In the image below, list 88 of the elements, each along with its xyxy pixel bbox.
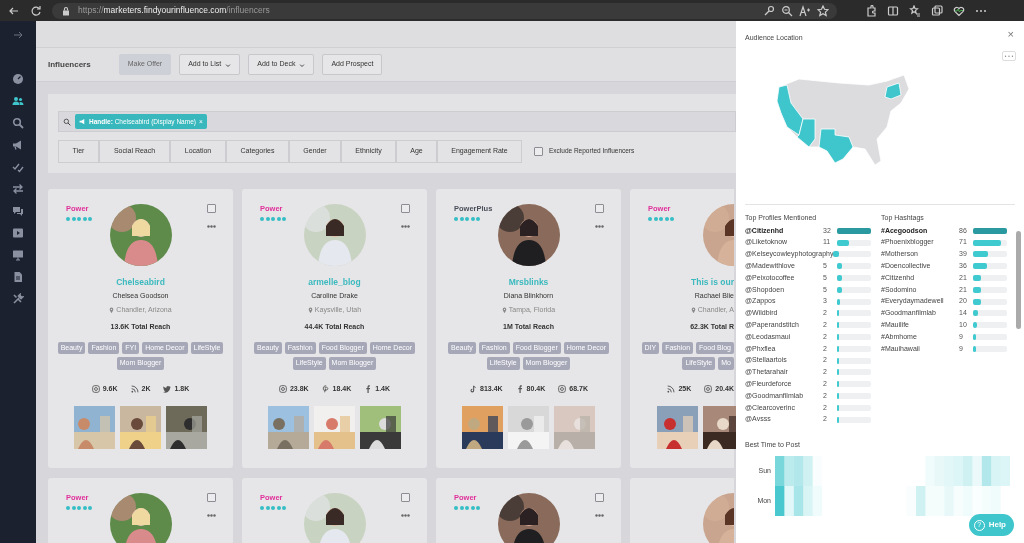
read-aloud-icon[interactable] <box>799 4 811 17</box>
split-screen-icon[interactable] <box>887 4 899 17</box>
document-icon[interactable] <box>12 271 24 283</box>
instagram-icon <box>278 385 287 393</box>
heatmap-cell <box>784 456 794 487</box>
select-checkbox[interactable] <box>595 492 604 502</box>
twitter-icon <box>163 385 172 393</box>
heatmap-cell <box>1000 456 1010 487</box>
heatmap-cell <box>775 486 785 517</box>
instagram-icon <box>704 385 713 393</box>
star-icon[interactable] <box>817 4 829 17</box>
megaphone-icon <box>79 118 86 125</box>
heatmap-cell <box>784 486 794 517</box>
heatmap-cell <box>991 456 1001 487</box>
select-checkbox[interactable] <box>207 203 216 213</box>
heatmap-cell <box>906 486 916 517</box>
expand-arrow-icon[interactable] <box>12 29 24 41</box>
heatmap-cell <box>934 456 945 487</box>
tools-icon[interactable] <box>12 293 24 305</box>
refresh-icon[interactable] <box>30 4 42 17</box>
rss-icon <box>130 385 139 393</box>
heatmap-cell <box>812 456 822 487</box>
more-icon[interactable] <box>401 513 410 517</box>
select-checkbox[interactable] <box>595 203 604 213</box>
key-icon[interactable] <box>763 4 775 17</box>
facebook-icon <box>515 385 524 393</box>
monitor-icon[interactable] <box>12 249 24 261</box>
address-bar[interactable]: https://marketers.findyourinfluence.com/influencers <box>52 2 837 19</box>
heatmap-cell <box>944 456 954 487</box>
more-icon[interactable] <box>595 224 604 228</box>
heart-pulse-icon[interactable] <box>953 4 965 17</box>
more-icon[interactable] <box>401 224 410 228</box>
heatmap-cell <box>793 456 804 487</box>
more-icon[interactable] <box>207 224 216 228</box>
swap-arrows-icon[interactable] <box>12 183 24 195</box>
select-checkbox[interactable] <box>401 492 410 502</box>
rss-icon <box>667 385 676 393</box>
instagram-icon <box>91 385 100 393</box>
chat-icon[interactable] <box>12 205 24 217</box>
favorites-icon[interactable] <box>909 4 921 17</box>
search-icon <box>63 117 71 126</box>
pin-icon <box>501 307 507 313</box>
pinterest-icon <box>321 385 330 393</box>
checklist-icon[interactable] <box>12 161 24 173</box>
people-icon[interactable] <box>12 95 24 107</box>
pin-icon <box>690 307 696 313</box>
caret-icon <box>225 61 232 68</box>
extension-icon[interactable] <box>865 4 877 17</box>
heatmap-cell <box>812 486 822 517</box>
heatmap-cell <box>972 456 982 487</box>
caret-icon <box>299 61 306 68</box>
heatmap-cell <box>916 486 926 517</box>
heatmap-cell <box>934 486 945 517</box>
heatmap-cell <box>944 486 954 517</box>
heatmap-cell <box>793 486 804 517</box>
heatmap-cell <box>953 456 963 487</box>
collections-icon[interactable] <box>931 4 943 17</box>
megaphone-icon[interactable] <box>12 139 24 151</box>
pin-icon <box>307 307 313 313</box>
lock-icon[interactable] <box>60 4 72 17</box>
zoom-icon[interactable] <box>781 4 793 17</box>
heatmap-cell <box>803 456 813 487</box>
pin-icon <box>109 307 115 313</box>
gauge-icon[interactable] <box>12 73 24 85</box>
heatmap-cell <box>953 486 963 517</box>
tiktok-icon <box>469 385 477 393</box>
heatmap-cell <box>925 456 935 487</box>
heatmap-cell <box>803 486 813 517</box>
facebook-icon <box>364 385 373 393</box>
more-icon[interactable] <box>207 513 216 517</box>
exclude-checkbox[interactable] <box>534 146 543 156</box>
more-icon[interactable] <box>595 513 604 517</box>
instagram-icon <box>558 385 567 393</box>
heatmap-cell <box>981 456 992 487</box>
select-checkbox[interactable] <box>401 203 410 213</box>
heatmap-cell <box>925 486 935 517</box>
close-button[interactable]: × <box>1007 29 1014 40</box>
select-checkbox[interactable] <box>207 492 216 502</box>
video-icon[interactable] <box>12 227 24 239</box>
heatmap-cell <box>775 456 785 487</box>
heatmap-cell <box>963 456 973 487</box>
heatmap-cell <box>963 486 973 517</box>
page-title: Influencers <box>48 58 91 71</box>
heatmap-cell <box>991 486 1001 517</box>
url-text: https://marketers.findyourinfluence.com/influencers <box>78 4 270 17</box>
search-icon[interactable] <box>12 117 24 129</box>
scrollbar-thumb[interactable] <box>1016 231 1021 329</box>
heatmap-cell <box>981 486 992 517</box>
